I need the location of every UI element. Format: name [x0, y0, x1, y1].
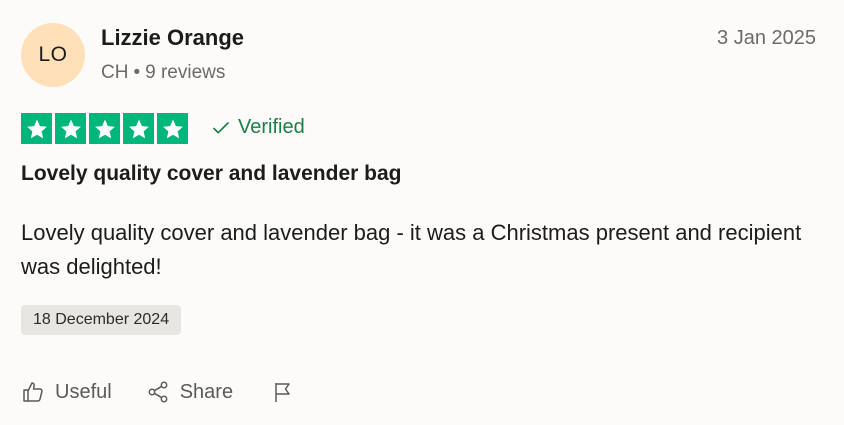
experience-date-badge: 18 December 2024: [21, 305, 182, 335]
thumbs-up-icon: [23, 382, 43, 402]
star-icon: [123, 113, 154, 144]
share-icon: [148, 381, 168, 403]
flag-icon: [275, 383, 290, 402]
reviewer-review-count: 9 reviews: [145, 62, 226, 83]
share-button[interactable]: Share: [146, 380, 233, 404]
review-body: Lovely quality cover and lavender bag - …: [21, 220, 802, 279]
verified-badge[interactable]: Verified: [212, 116, 305, 139]
checkmark-icon: [213, 121, 229, 134]
reviewer-name[interactable]: Lizzie Orange: [101, 25, 244, 51]
star-icon: [55, 113, 86, 144]
review-title: Lovely quality cover and lavender bag: [21, 162, 402, 185]
review-date: 3 Jan 2025: [717, 27, 816, 49]
star-rating: [21, 113, 188, 144]
avatar-initials: LO: [38, 43, 68, 66]
report-button[interactable]: [271, 380, 295, 404]
avatar[interactable]: LO: [21, 23, 85, 87]
reviewer-country: CH: [101, 62, 129, 83]
useful-label: Useful: [55, 380, 112, 403]
review-card: LO Lizzie Orange CH • 9 reviews 3 Jan 2025…: [0, 0, 844, 425]
star-icon: [21, 113, 52, 144]
star-icon: [157, 113, 188, 144]
verified-label: Verified: [238, 116, 305, 138]
meta-separator: •: [133, 62, 141, 83]
experience-date: 18 December 2024: [33, 311, 170, 328]
review-actions: Useful Share: [21, 380, 295, 404]
useful-button[interactable]: Useful: [21, 380, 112, 404]
reviewer-meta: CH • 9 reviews: [101, 62, 225, 84]
share-label: Share: [179, 380, 234, 403]
star-icon: [89, 113, 120, 144]
